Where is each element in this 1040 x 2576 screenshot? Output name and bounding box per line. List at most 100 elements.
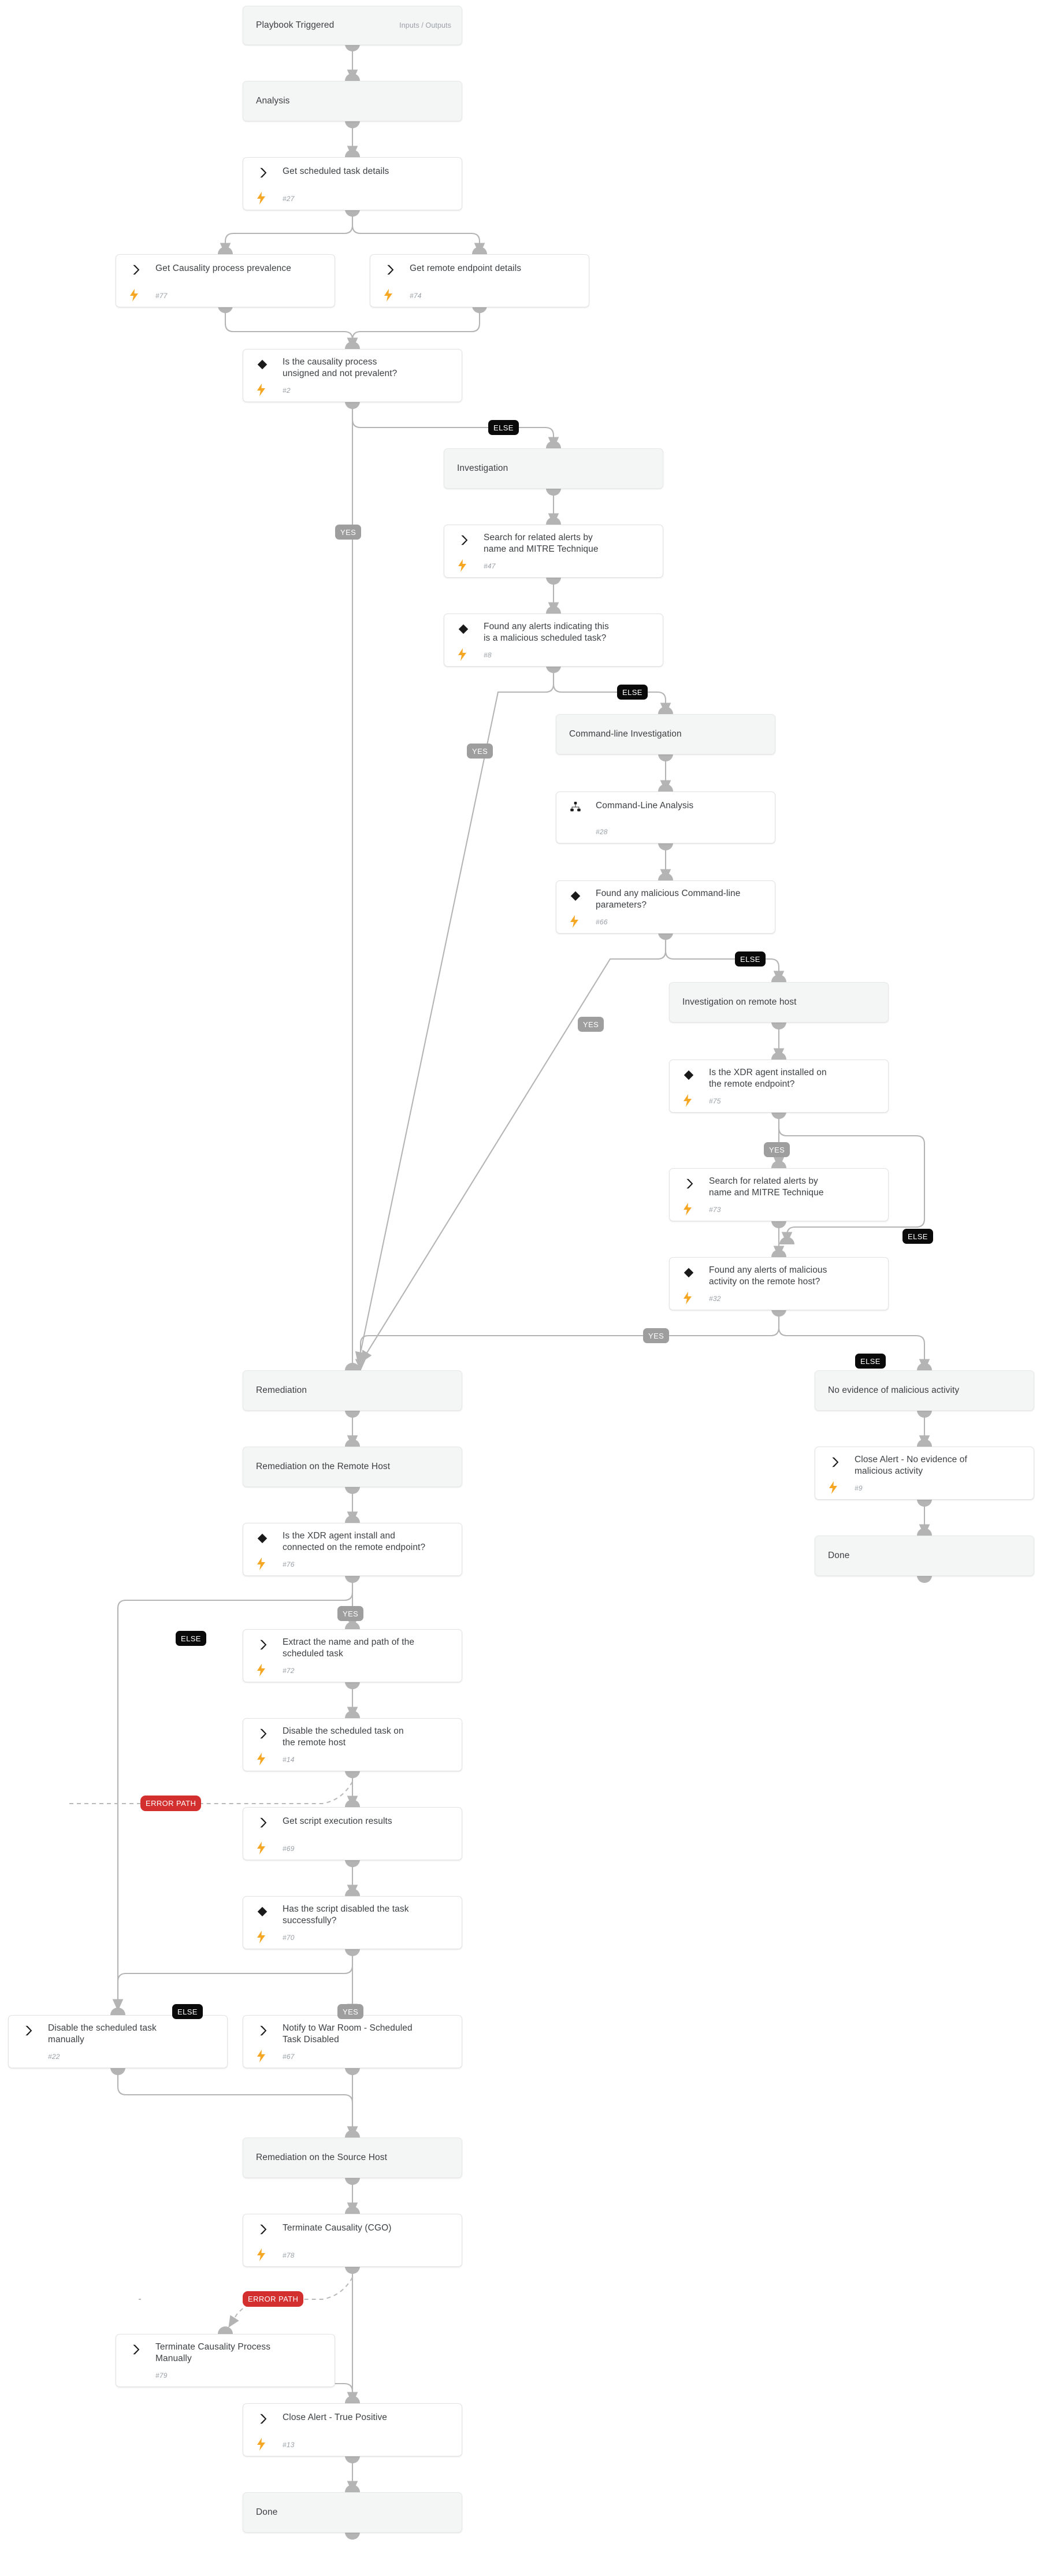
lightning-bolt-icon xyxy=(682,1203,693,1215)
diamond-icon xyxy=(457,623,470,635)
node-found-malicious-commandline-parameters[interactable]: Found any malicious Command-line paramet… xyxy=(556,880,775,934)
diamond-icon xyxy=(256,1905,269,1918)
node-task-id: #66 xyxy=(596,918,608,926)
node-terminate-causality-process-manually[interactable]: Terminate Causality Process Manually #79 xyxy=(116,2334,335,2387)
node-has-script-disabled-task[interactable]: Has the script disabled the task success… xyxy=(243,1896,462,1949)
node-section-remediation-remote-host[interactable]: Remediation on the Remote Host xyxy=(243,1447,462,1487)
port-out xyxy=(917,1410,932,1418)
branch-label-error-path[interactable]: ERROR PATH xyxy=(140,1796,202,1811)
chevron-right-icon xyxy=(256,2413,269,2425)
port-in xyxy=(658,784,673,791)
chevron-right-icon xyxy=(256,166,269,179)
node-title: Done xyxy=(828,1551,850,1560)
node-title: Investigation on remote host xyxy=(682,997,797,1007)
node-disable-scheduled-task-remote-host[interactable]: Disable the scheduled task on the remote… xyxy=(243,1718,462,1771)
branch-label-yes[interactable]: YES xyxy=(337,2004,364,2019)
port-out xyxy=(771,1221,786,1228)
node-section-investigation[interactable]: Investigation xyxy=(444,448,663,489)
node-title: Get scheduled task details xyxy=(283,166,389,176)
branch-label-else[interactable]: ELSE xyxy=(488,420,519,435)
node-section-commandline-investigation[interactable]: Command-line Investigation xyxy=(556,714,775,754)
node-notify-war-room-task-disabled[interactable]: Notify to War Room - Scheduled Task Disa… xyxy=(243,2015,462,2068)
sitemap-icon xyxy=(569,801,582,813)
node-analysis[interactable]: Analysis xyxy=(243,81,462,121)
port-in xyxy=(658,707,673,714)
node-get-remote-endpoint-details[interactable]: Get remote endpoint details #74 xyxy=(370,254,589,307)
node-found-alerts-malicious-scheduled-task[interactable]: Found any alerts indicating this is a ma… xyxy=(444,614,663,667)
node-section-investigation-remote-host[interactable]: Investigation on remote host xyxy=(669,982,889,1023)
diamond-icon xyxy=(256,1532,269,1545)
node-section-remediation-source-host[interactable]: Remediation on the Source Host xyxy=(243,2138,462,2178)
port-out xyxy=(345,1771,360,1778)
node-get-scheduled-task-details[interactable]: Get scheduled task details #27 xyxy=(243,157,462,210)
port-out xyxy=(345,121,360,128)
port-in xyxy=(345,1711,360,1718)
node-search-related-alerts-mitre-remote[interactable]: Search for related alerts by name and MI… xyxy=(669,1168,889,1221)
branch-label-error-path[interactable]: ERROR PATH xyxy=(243,2291,304,2307)
node-title: Remediation on the Source Host xyxy=(256,2153,388,2162)
port-in xyxy=(472,247,487,254)
node-command-line-analysis[interactable]: Command-Line Analysis #28 xyxy=(556,791,775,843)
chevron-right-icon xyxy=(256,2223,269,2236)
branch-label-else[interactable]: ELSE xyxy=(855,1354,886,1369)
lightning-bolt-icon xyxy=(256,1931,266,1943)
node-task-id: #75 xyxy=(709,1097,721,1105)
branch-label-yes[interactable]: YES xyxy=(578,1017,604,1032)
port-in xyxy=(218,247,233,254)
node-section-remediation[interactable]: Remediation xyxy=(243,1370,462,1411)
node-disable-scheduled-task-manually[interactable]: Disable the scheduled task manually #22 xyxy=(8,2015,228,2068)
branch-label-else[interactable]: ELSE xyxy=(617,685,648,700)
port-in xyxy=(110,2008,125,2015)
lightning-bolt-icon xyxy=(383,289,393,302)
node-done-left[interactable]: Done xyxy=(243,2492,462,2533)
lightning-bolt-icon xyxy=(569,915,580,928)
node-terminate-causality-cgo[interactable]: Terminate Causality (CGO) #78 xyxy=(243,2214,462,2267)
port-out xyxy=(917,1575,932,1583)
chevron-right-icon xyxy=(129,2343,142,2356)
lightning-bolt-icon xyxy=(256,1842,266,1854)
node-title: Extract the name and path of the schedul… xyxy=(283,1637,415,1659)
node-search-related-alerts-mitre[interactable]: Search for related alerts by name and MI… xyxy=(444,525,663,578)
node-title: Search for related alerts by name and MI… xyxy=(484,533,599,554)
node-get-script-execution-results[interactable]: Get script execution results #69 xyxy=(243,1807,462,1860)
node-extract-name-path-scheduled-task[interactable]: Extract the name and path of the schedul… xyxy=(243,1629,462,1682)
node-done-right[interactable]: Done xyxy=(815,1536,1034,1576)
node-is-causality-process-unsigned[interactable]: Is the causality process unsigned and no… xyxy=(243,349,462,402)
port-in xyxy=(345,1889,360,1896)
port-in xyxy=(546,517,561,525)
port-in xyxy=(345,341,360,349)
node-title: Command-line Investigation xyxy=(569,729,682,739)
node-close-alert-true-positive[interactable]: Close Alert - True Positive #13 xyxy=(243,2403,462,2456)
node-title: Get Causality process prevalence xyxy=(155,263,291,273)
branch-label-else[interactable]: ELSE xyxy=(176,1631,206,1646)
node-close-alert-no-evidence[interactable]: Close Alert - No evidence of malicious a… xyxy=(815,1447,1034,1500)
branch-label-yes[interactable]: YES xyxy=(467,744,493,759)
lightning-bolt-icon xyxy=(256,2248,266,2261)
node-get-causality-process-prevalence[interactable]: Get Causality process prevalence #77 xyxy=(116,254,335,307)
branch-label-else[interactable]: ELSE xyxy=(902,1229,933,1244)
branch-label-yes[interactable]: YES xyxy=(335,525,362,540)
node-io-label: Inputs / Outputs xyxy=(399,21,451,29)
node-task-id: #13 xyxy=(283,2441,295,2449)
node-title: Playbook Triggered xyxy=(256,20,335,30)
node-section-no-evidence[interactable]: No evidence of malicious activity xyxy=(815,1370,1034,1411)
port-out xyxy=(345,1682,360,1689)
chevron-right-icon xyxy=(383,263,396,276)
node-found-alerts-malicious-remote-host[interactable]: Found any alerts of malicious activity o… xyxy=(669,1257,889,1310)
port-out xyxy=(345,1410,360,1418)
node-is-xdr-agent-install-connected[interactable]: Is the XDR agent install and connected o… xyxy=(243,1523,462,1576)
chevron-right-icon xyxy=(256,1816,269,1829)
node-task-id: #69 xyxy=(283,1845,295,1853)
port-out xyxy=(546,488,561,496)
branch-label-yes[interactable]: YES xyxy=(337,1606,364,1621)
branch-label-else[interactable]: ELSE xyxy=(172,2004,203,2019)
node-is-xdr-agent-installed-remote[interactable]: Is the XDR agent installed on the remote… xyxy=(669,1060,889,1113)
node-title: Command-Line Analysis xyxy=(596,801,694,811)
port-out xyxy=(345,2456,360,2463)
branch-label-else[interactable]: ELSE xyxy=(735,951,766,967)
branch-label-yes[interactable]: YES xyxy=(643,1328,670,1343)
node-title: Investigation xyxy=(457,463,508,473)
branch-label-yes[interactable]: YES xyxy=(764,1142,790,1157)
node-playbook-triggered[interactable]: Playbook Triggered Inputs / Outputs xyxy=(243,6,462,45)
node-title: Notify to War Room - Scheduled Task Disa… xyxy=(283,2023,413,2045)
